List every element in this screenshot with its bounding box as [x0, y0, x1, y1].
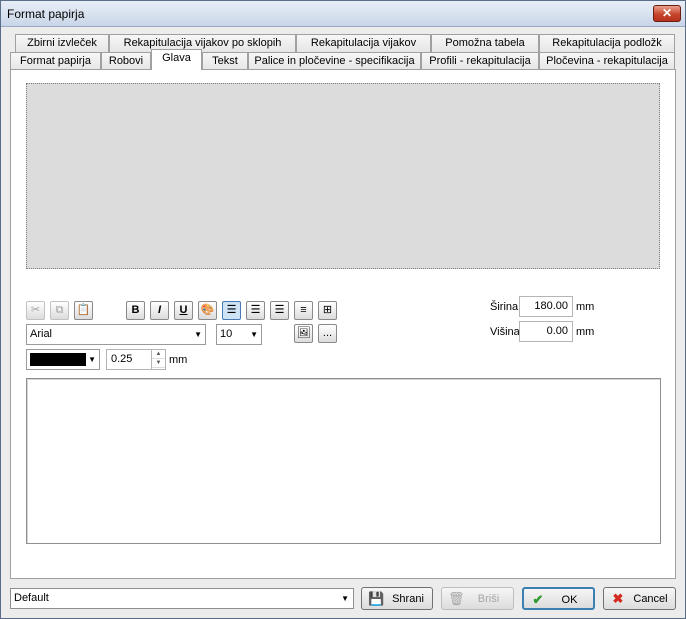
align-center-button[interactable]: ☰ [246, 301, 265, 320]
underline-icon: U [179, 304, 188, 316]
clipboard-icon: 📋 [76, 304, 91, 316]
color-swatch [30, 353, 86, 366]
font-name-select[interactable]: Arial ▼ [26, 324, 206, 345]
tab-pomozna-tabela[interactable]: Pomožna tabela [431, 34, 539, 52]
header-text-editor[interactable] [26, 378, 661, 544]
tab-plocevina-rekapitulacija[interactable]: Pločevina - rekapitulacija [539, 52, 675, 70]
close-icon: ✕ [661, 6, 673, 20]
tab-rekapitulacija-vijakov[interactable]: Rekapitulacija vijakov [296, 34, 431, 52]
insert-image-button[interactable]: 🖼 [294, 324, 313, 343]
font-color-button[interactable]: 🎨 [198, 301, 217, 320]
align-right-button[interactable]: ☰ [270, 301, 289, 320]
tab-profili-rekapitulacija[interactable]: Profili - rekapitulacija [421, 52, 539, 70]
palette-icon: 🎨 [200, 304, 215, 316]
paste-button[interactable]: 📋 [74, 301, 93, 320]
trash-icon: 🗑 [448, 591, 465, 606]
tab-rekapitulacija-vijakov-po-sklopih[interactable]: Rekapitulacija vijakov po sklopih [109, 34, 296, 52]
cross-icon: ✖ [612, 591, 624, 606]
floppy-disk-icon: 💾 [368, 591, 385, 606]
table-icon: ⊞ [322, 304, 333, 316]
italic-icon: I [157, 304, 162, 316]
cancel-button[interactable]: ✖ Cancel [603, 587, 676, 610]
height-unit: mm [576, 326, 595, 338]
header-preview [26, 83, 660, 269]
close-button[interactable]: ✕ [653, 5, 681, 22]
chevron-down-icon: ▼ [341, 594, 349, 603]
tab-format-papirja[interactable]: Format papirja [10, 52, 101, 70]
tab-zbirni-izvlecek[interactable]: Zbirni izvleček [15, 34, 109, 52]
line-width-input[interactable]: 0.25 ▲ ▼ [106, 349, 166, 370]
scissors-icon: ✂ [30, 304, 41, 316]
tab-robovi[interactable]: Robovi [101, 52, 151, 70]
width-label: Širina [490, 301, 519, 313]
dialog-window: Format papirja ✕ Zbirni izvleček Rekapit… [0, 0, 686, 619]
align-right-icon: ☰ [274, 304, 285, 316]
cut-button[interactable]: ✂ [26, 301, 45, 320]
align-center-icon: ☰ [250, 304, 261, 316]
tab-panel-glava: ✂ ⧉ 📋 B I U 🎨 ☰ ☰ ☰ ≡ ⊞ Arial ▼ 10 ▼ 🖼 ...… [10, 69, 676, 579]
align-left-button[interactable]: ☰ [222, 301, 241, 320]
table-button[interactable]: ⊞ [318, 301, 337, 320]
line-width-spinner[interactable]: ▲ ▼ [151, 350, 165, 369]
bullet-list-button[interactable]: ≡ [294, 301, 313, 320]
image-icon: 🖼 [296, 327, 311, 339]
line-color-select[interactable]: ▼ [26, 349, 100, 370]
height-label: Višina [490, 326, 520, 338]
chevron-down-icon: ▼ [88, 355, 96, 364]
width-input[interactable]: 180.00 [519, 296, 573, 317]
width-unit: mm [576, 301, 595, 313]
preset-select[interactable]: Default ▼ [10, 588, 354, 609]
title-bar: Format papirja ✕ [1, 1, 685, 27]
chevron-down-icon: ▼ [250, 330, 258, 339]
ok-button[interactable]: ✔ OK [522, 587, 595, 610]
list-icon: ≡ [300, 304, 307, 316]
underline-button[interactable]: U [174, 301, 193, 320]
height-input[interactable]: 0.00 [519, 321, 573, 342]
tab-glava[interactable]: Glava [151, 49, 202, 70]
bold-icon: B [131, 304, 140, 316]
more-button[interactable]: ... [318, 324, 337, 343]
copy-icon: ⧉ [55, 304, 64, 316]
tab-tekst[interactable]: Tekst [202, 52, 248, 70]
checkmark-icon: ✔ [532, 592, 544, 607]
chevron-down-icon: ▼ [194, 330, 202, 339]
tab-rekapitulacija-podlozk[interactable]: Rekapitulacija podložk [539, 34, 675, 52]
spin-up-icon[interactable]: ▲ [152, 350, 165, 359]
save-button[interactable]: 💾 Shrani [361, 587, 433, 610]
align-left-icon: ☰ [226, 304, 237, 316]
delete-button[interactable]: 🗑 Briši [441, 587, 514, 610]
window-title: Format papirja [7, 7, 85, 21]
font-size-select[interactable]: 10 ▼ [216, 324, 262, 345]
line-width-unit: mm [169, 354, 188, 366]
copy-button[interactable]: ⧉ [50, 301, 69, 320]
tab-palice-in-plocevine-specifikacija[interactable]: Palice in pločevine - specifikacija [248, 52, 421, 70]
italic-button[interactable]: I [150, 301, 169, 320]
spin-down-icon[interactable]: ▼ [152, 359, 165, 368]
bold-button[interactable]: B [126, 301, 145, 320]
